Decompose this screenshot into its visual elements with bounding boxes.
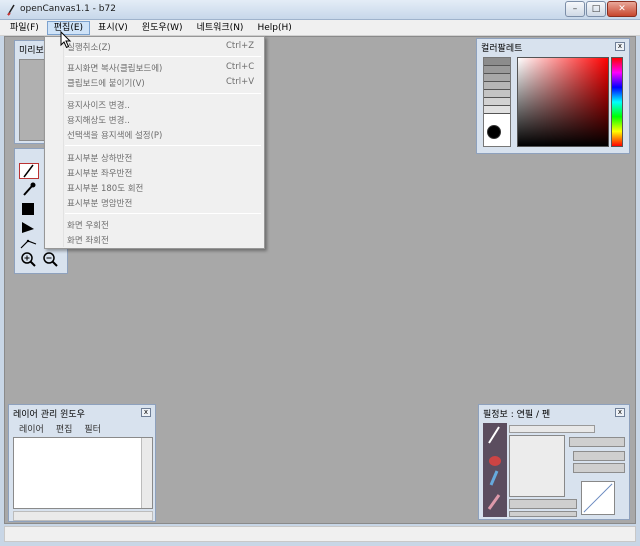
- line-tool-icon[interactable]: [19, 235, 39, 251]
- menu-separator: [65, 93, 261, 94]
- brush-type-icons[interactable]: [483, 423, 507, 517]
- hue-slider[interactable]: [611, 57, 623, 147]
- eyedropper-icon[interactable]: [19, 181, 39, 197]
- color-palette-panel: 컬러팔레트 x: [476, 38, 630, 154]
- layer-scrollbar[interactable]: [141, 438, 152, 508]
- layer-close-icon[interactable]: x: [141, 408, 151, 417]
- layer-tabs: 레이어 편집 필터: [13, 423, 153, 437]
- brush-info-panel: 필정보 : 연필 / 펜 x: [478, 404, 630, 520]
- tab-layer[interactable]: 레이어: [13, 423, 50, 437]
- brush-setting-slider[interactable]: [573, 463, 625, 473]
- brush-size-ruler[interactable]: [509, 425, 595, 433]
- preview-panel-title: 미리보: [19, 46, 44, 56]
- menu-item-flip-horizontal[interactable]: 표시부분 좌우반전: [67, 167, 132, 179]
- maximize-button[interactable]: □: [586, 1, 606, 17]
- tab-edit[interactable]: 편집: [50, 423, 79, 437]
- menu-separator: [65, 56, 261, 57]
- brush-mode-toggle[interactable]: [569, 437, 625, 447]
- menu-item-copy-view[interactable]: 표시화면 복사(클립보드에): [67, 62, 162, 74]
- swatch[interactable]: [484, 90, 510, 98]
- menu-window[interactable]: 윈도우(W): [136, 21, 189, 35]
- brush-density-slider[interactable]: [509, 511, 577, 517]
- preview-canvas: [19, 59, 47, 141]
- menu-separator: [65, 145, 261, 146]
- pen-tool-icon[interactable]: [19, 163, 39, 179]
- layer-panel-title: 레이어 관리 윈도우: [13, 410, 85, 420]
- lasso-fill-icon[interactable]: [19, 219, 39, 235]
- swatch[interactable]: [484, 106, 510, 114]
- edit-menu-dropdown: 실행취소(Z) Ctrl+Z 표시화면 복사(클립보드에) Ctrl+C 클립보…: [44, 36, 265, 249]
- color-palette-title: 컬러팔레트: [481, 44, 523, 54]
- menu-help[interactable]: Help(H): [251, 21, 297, 35]
- menu-item-invert[interactable]: 표시부분 명암반전: [67, 197, 132, 209]
- menu-item-paper-resolution[interactable]: 용지해상도 변경..: [67, 114, 130, 126]
- menu-item-flip-vertical[interactable]: 표시부분 상하반전: [67, 152, 132, 164]
- brush-icons-graphic: [487, 426, 501, 510]
- fill-rect-icon[interactable]: [19, 201, 39, 217]
- zoom-out-icon[interactable]: [41, 251, 61, 267]
- layer-panel: 레이어 관리 윈도우 x 레이어 편집 필터: [8, 404, 156, 522]
- menu-gutter: [63, 39, 64, 247]
- menu-bar: 파일(F) 편집(E) 표시(V) 윈도우(W) 네트워크(N) Help(H): [0, 20, 640, 36]
- menu-item-paper-size[interactable]: 용지사이즈 변경..: [67, 99, 130, 111]
- layer-footer: [13, 511, 153, 521]
- brush-opacity-slider[interactable]: [509, 499, 577, 509]
- mouse-cursor-icon: [60, 31, 72, 49]
- pressure-curve-graphic: [583, 483, 613, 513]
- menu-item-set-paper-color[interactable]: 선택색을 용지색에 설정(P): [67, 129, 162, 141]
- window-title: openCanvas1.1 - b72: [20, 4, 116, 14]
- swatch[interactable]: [484, 74, 510, 82]
- foreground-color[interactable]: [487, 125, 501, 139]
- menu-separator: [65, 213, 261, 214]
- app-icon: [7, 4, 15, 16]
- brush-close-icon[interactable]: x: [615, 408, 625, 417]
- swatch[interactable]: [484, 98, 510, 106]
- close-button[interactable]: ✕: [607, 1, 637, 17]
- menu-item-rotate-left[interactable]: 화면 좌회전: [67, 234, 109, 246]
- pressure-curve[interactable]: [581, 481, 615, 515]
- tab-filter[interactable]: 필터: [78, 423, 107, 437]
- saturation-value-picker[interactable]: [517, 57, 609, 147]
- menu-network[interactable]: 네트워크(N): [191, 21, 250, 35]
- swatch[interactable]: [484, 66, 510, 74]
- menu-shortcut: Ctrl+C: [226, 62, 255, 72]
- menu-item-paste[interactable]: 클립보드에 붙이기(V): [67, 77, 145, 89]
- menu-view[interactable]: 표시(V): [92, 21, 134, 35]
- menu-shortcut: Ctrl+V: [226, 77, 255, 87]
- menu-item-rotate-right[interactable]: 화면 우회전: [67, 219, 109, 231]
- brush-preview: [509, 435, 565, 497]
- status-bar: [4, 526, 636, 542]
- menu-item-rotate-180[interactable]: 표시부분 180도 회전: [67, 182, 143, 194]
- title-bar: openCanvas1.1 - b72 – □ ✕: [0, 0, 640, 20]
- brush-info-title: 필정보 : 연필 / 펜: [483, 410, 551, 420]
- zoom-in-icon[interactable]: [19, 251, 39, 267]
- menu-item-undo[interactable]: 실행취소(Z): [67, 41, 111, 53]
- swatch[interactable]: [484, 58, 510, 66]
- layer-list[interactable]: [13, 437, 153, 509]
- swatch[interactable]: [484, 82, 510, 90]
- brush-setting-slider[interactable]: [573, 451, 625, 461]
- menu-shortcut: Ctrl+Z: [226, 41, 255, 51]
- palette-close-icon[interactable]: x: [615, 42, 625, 51]
- minimize-button[interactable]: –: [565, 1, 585, 17]
- menu-file[interactable]: 파일(F): [4, 21, 45, 35]
